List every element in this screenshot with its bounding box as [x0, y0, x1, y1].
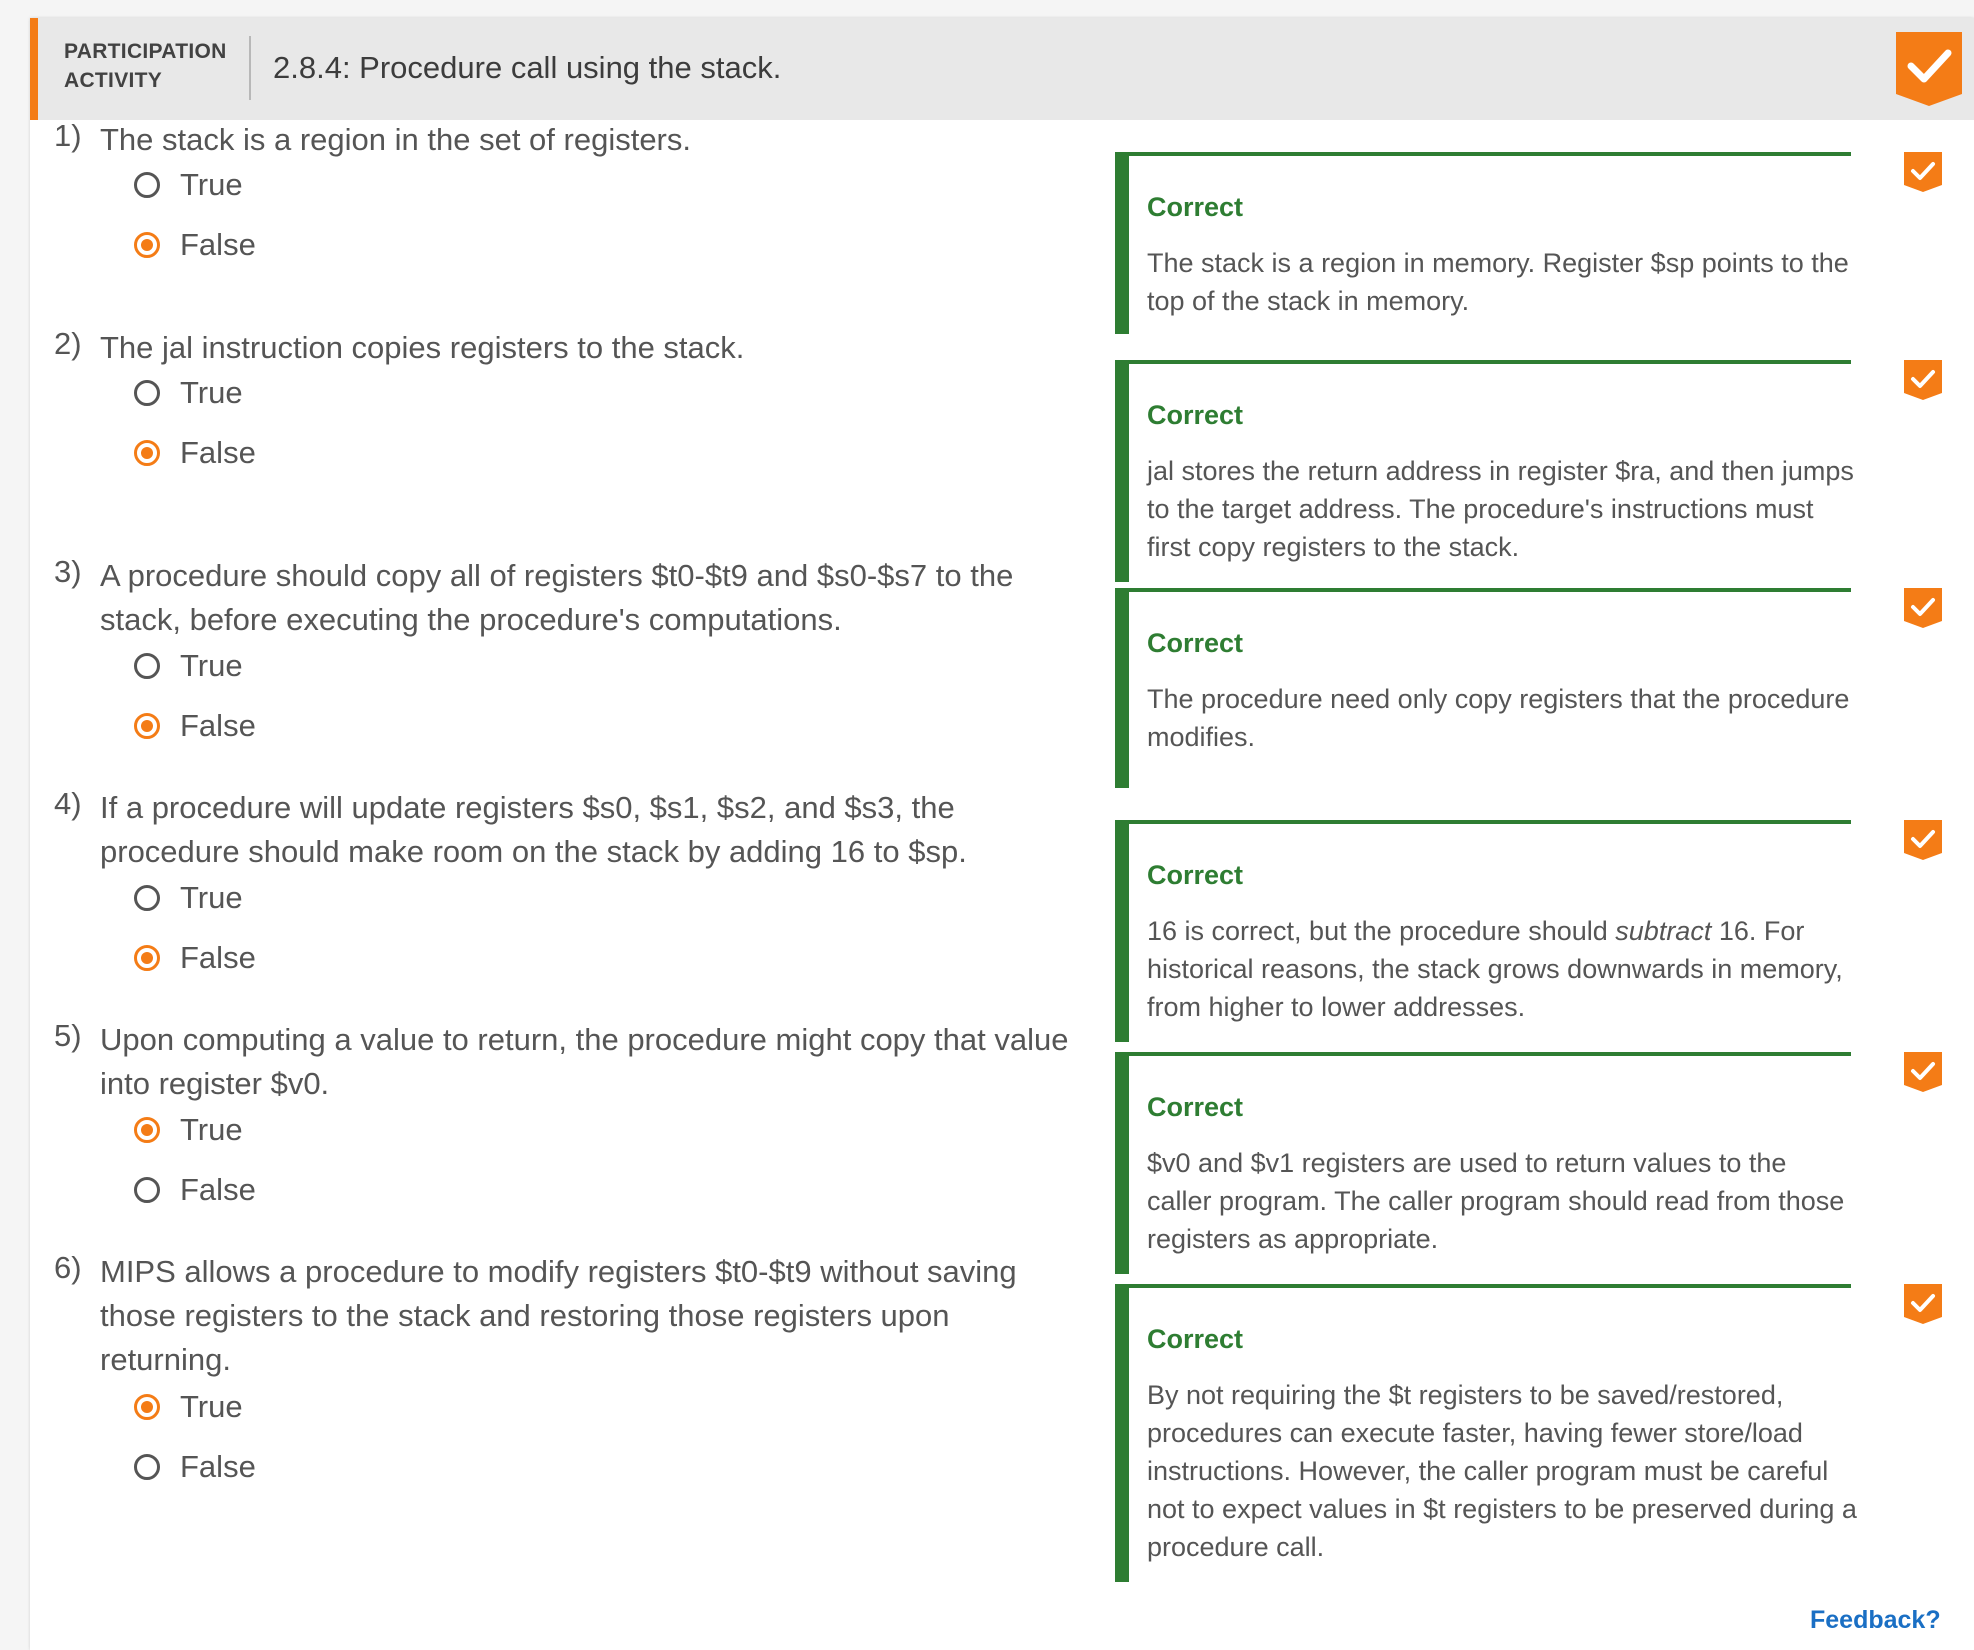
option-label: False [180, 1449, 256, 1484]
question-text: A procedure should copy all of registers… [100, 558, 1014, 637]
activity-complete-checkmark-icon [1896, 32, 1962, 106]
radio-button-selected[interactable] [134, 945, 160, 971]
radio-button-selected[interactable] [134, 440, 160, 466]
question-6-complete-checkmark-icon [1904, 1284, 1942, 1324]
option-label: True [180, 167, 243, 202]
feedback-text: 16 is correct, but the procedure should … [1147, 912, 1857, 1026]
activity-title: 2.8.4: Procedure call using the stack. [273, 50, 782, 85]
option-label: True [180, 375, 243, 410]
feedback-text: By not requiring the $t registers to be … [1147, 1380, 1857, 1562]
feedback-heading: Correct [1147, 1324, 1244, 1354]
question-number: 3) [54, 554, 82, 589]
question-2-complete-checkmark-icon [1904, 360, 1942, 400]
option-true[interactable]: True [134, 1110, 243, 1150]
question-1-complete-checkmark-icon [1904, 152, 1942, 192]
option-label: False [180, 435, 256, 470]
question-text: Upon computing a value to return, the pr… [100, 1022, 1069, 1101]
option-false[interactable]: False [134, 225, 256, 265]
radio-button[interactable] [134, 380, 160, 406]
radio-button[interactable] [134, 172, 160, 198]
activity-type-line2: ACTIVITY [64, 69, 163, 92]
option-label: True [180, 1112, 243, 1147]
option-label: False [180, 1172, 256, 1207]
option-false[interactable]: False [134, 938, 256, 978]
question-5-complete-checkmark-icon [1904, 1052, 1942, 1092]
question-3-complete-checkmark-icon [1904, 588, 1942, 628]
radio-button[interactable] [134, 653, 160, 679]
feedback-heading: Correct [1147, 860, 1244, 890]
feedback-text: The procedure need only copy registers t… [1147, 684, 1850, 752]
option-label: True [180, 880, 243, 915]
option-true[interactable]: True [134, 165, 243, 205]
option-label: True [180, 1389, 243, 1424]
radio-button-selected[interactable] [134, 1117, 160, 1143]
feedback-box-2: Correct jal stores the return address in… [1115, 360, 1854, 582]
feedback-text-emphasis: subtract [1615, 916, 1712, 946]
question-text: If a procedure will update registers $s0… [100, 790, 967, 869]
feedback-heading: Correct [1147, 1092, 1244, 1122]
feedback-box-6: Correct By not requiring the $t register… [1115, 1284, 1857, 1582]
question-4-complete-checkmark-icon [1904, 820, 1942, 860]
radio-button[interactable] [134, 1454, 160, 1480]
feedback-text: $v0 and $v1 registers are used to return… [1147, 1148, 1845, 1254]
option-false[interactable]: False [134, 1170, 256, 1210]
option-label: False [180, 708, 256, 743]
question-number: 1) [54, 118, 82, 153]
radio-button-selected[interactable] [134, 713, 160, 739]
radio-button-selected[interactable] [134, 232, 160, 258]
feedback-box-5: Correct $v0 and $v1 registers are used t… [1115, 1052, 1851, 1274]
feedback-link[interactable]: Feedback? [1810, 1606, 1941, 1635]
option-true[interactable]: True [134, 878, 243, 918]
option-label: False [180, 227, 256, 262]
question-text: The stack is a region in the set of regi… [100, 122, 691, 157]
option-true[interactable]: True [134, 373, 243, 413]
feedback-box-4: Correct 16 is correct, but the procedure… [1115, 820, 1851, 1042]
question-text: The jal instruction copies registers to … [100, 330, 745, 365]
option-label: False [180, 940, 256, 975]
question-number: 4) [54, 786, 82, 821]
feedback-box-3: Correct The procedure need only copy reg… [1115, 588, 1851, 788]
feedback-text: The stack is a region in memory. Registe… [1147, 248, 1849, 316]
radio-button-selected[interactable] [134, 1394, 160, 1420]
option-false[interactable]: False [134, 706, 256, 746]
participation-activity-card: PARTICIPATION ACTIVITY 2.8.4: Procedure … [30, 18, 1974, 1650]
header-divider [249, 36, 251, 100]
question-number: 5) [54, 1018, 82, 1053]
option-true[interactable]: True [134, 1387, 243, 1427]
feedback-box-1: Correct The stack is a region in memory.… [1115, 152, 1851, 334]
feedback-heading: Correct [1147, 400, 1244, 430]
question-text: MIPS allows a procedure to modify regist… [100, 1254, 1017, 1377]
option-true[interactable]: True [134, 646, 243, 686]
feedback-heading: Correct [1147, 628, 1244, 658]
option-false[interactable]: False [134, 433, 256, 473]
activity-type-label: PARTICIPATION ACTIVITY [64, 37, 234, 95]
feedback-heading: Correct [1147, 192, 1244, 222]
feedback-text-pre: 16 is correct, but the procedure should [1147, 916, 1616, 946]
radio-button[interactable] [134, 1177, 160, 1203]
question-number: 6) [54, 1250, 82, 1285]
activity-header: PARTICIPATION ACTIVITY 2.8.4: Procedure … [30, 18, 1974, 120]
feedback-text: jal stores the return address in registe… [1147, 456, 1854, 562]
activity-type-line1: PARTICIPATION [64, 40, 227, 63]
radio-button[interactable] [134, 885, 160, 911]
option-false[interactable]: False [134, 1447, 256, 1487]
question-number: 2) [54, 326, 82, 361]
option-label: True [180, 648, 243, 683]
